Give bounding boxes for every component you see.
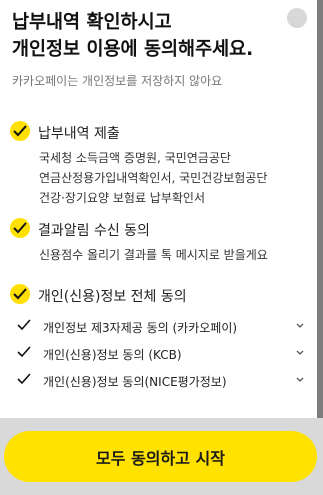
desc-line: 연금산정용가입내역확인서, 국민건강보험공단 bbox=[39, 171, 268, 185]
agree-all-start-button[interactable]: 모두 동의하고 시작 bbox=[4, 431, 317, 482]
section-title-payment[interactable]: 납부내역 제출 bbox=[38, 123, 120, 143]
page-subtitle: 카카오페이는 개인정보를 저장하지 않아요 bbox=[12, 74, 223, 88]
chevron-down-icon[interactable] bbox=[295, 321, 305, 331]
check-icon bbox=[17, 319, 31, 331]
desc-line: 신용점수 올리기 결과를 톡 메시지로 받을게요 bbox=[39, 248, 268, 262]
chevron-down-icon[interactable] bbox=[295, 375, 305, 385]
chevron-down-icon[interactable] bbox=[295, 348, 305, 358]
section-desc-notification: 신용점수 올리기 결과를 톡 메시지로 받을게요 bbox=[39, 245, 268, 265]
consent-row-kcb[interactable]: 개인(신용)정보 동의 (KCB) bbox=[12, 342, 305, 368]
consent-label: 개인정보 제3자제공 동의 (카카오페이) bbox=[43, 321, 238, 335]
page-title: 납부내역 확인하시고 개인정보 이용에 동의해주세요. bbox=[12, 12, 254, 60]
desc-line: 건강·장기요양 보험료 납부확인서 bbox=[39, 191, 206, 205]
check-icon[interactable] bbox=[10, 121, 30, 141]
check-icon bbox=[17, 373, 31, 385]
check-icon bbox=[17, 346, 31, 358]
consent-row-nice[interactable]: 개인(신용)정보 동의(NICE평가정보) bbox=[12, 369, 305, 395]
check-icon[interactable] bbox=[10, 284, 30, 304]
desc-line: 국세청 소득금액 증명원, 국민연금공단 bbox=[39, 151, 231, 165]
section-desc-payment: 국세청 소득금액 증명원, 국민연금공단 연금산정용가입내역확인서, 국민건강보… bbox=[39, 148, 267, 208]
section-title-all-consent[interactable]: 개인(신용)정보 전체 동의 bbox=[38, 286, 187, 306]
section-title-notification[interactable]: 결과알림 수신 동의 bbox=[38, 220, 150, 240]
close-icon[interactable] bbox=[287, 8, 307, 28]
consent-row-kakaopay[interactable]: 개인정보 제3자제공 동의 (카카오페이) bbox=[12, 315, 305, 341]
consent-label: 개인(신용)정보 동의 (KCB) bbox=[43, 348, 182, 362]
check-icon[interactable] bbox=[10, 218, 30, 238]
consent-label: 개인(신용)정보 동의(NICE평가정보) bbox=[43, 375, 227, 389]
